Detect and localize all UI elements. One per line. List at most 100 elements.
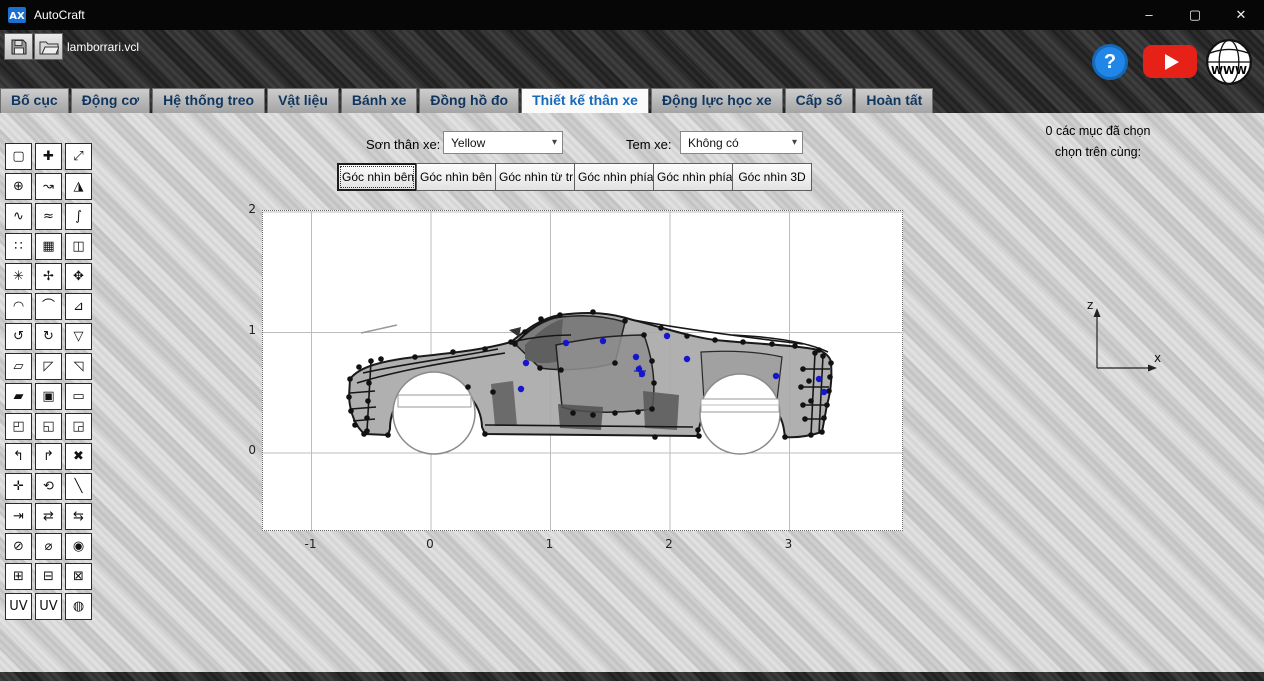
rotate-button[interactable]: ⟲ — [35, 473, 62, 500]
control-point[interactable] — [712, 337, 718, 343]
website-button[interactable]: WWW — [1205, 38, 1253, 86]
surface-flag-button[interactable]: ⊿ — [65, 293, 92, 320]
selected-point[interactable] — [633, 354, 639, 360]
extrude-button[interactable]: ⇄ — [35, 503, 62, 530]
control-point[interactable] — [347, 376, 353, 382]
tab-2[interactable]: Động cơ — [71, 88, 150, 113]
control-point[interactable] — [512, 341, 518, 347]
control-point[interactable] — [346, 394, 352, 400]
corner-points-1-button[interactable]: ◰ — [5, 413, 32, 440]
copy-layer-button[interactable]: ⊞ — [5, 563, 32, 590]
line-diagonal-button[interactable]: ╲ — [65, 473, 92, 500]
decal-select[interactable]: Không có ▾ — [680, 131, 803, 154]
tab-3[interactable]: Hệ thống treo — [152, 88, 265, 113]
close-button[interactable]: ✕ — [1218, 0, 1264, 30]
round-quad-button[interactable]: ▭ — [65, 383, 92, 410]
maximize-button[interactable]: ▢ — [1172, 0, 1218, 30]
control-point[interactable] — [812, 350, 818, 356]
selected-point[interactable] — [821, 389, 827, 395]
control-point[interactable] — [808, 398, 814, 404]
control-point[interactable] — [649, 406, 655, 412]
selected-point[interactable] — [816, 376, 822, 382]
control-point[interactable] — [684, 333, 690, 339]
help-button[interactable]: ? — [1092, 44, 1128, 80]
control-point[interactable] — [824, 402, 830, 408]
view-button-4[interactable]: Góc nhìn phía — [574, 163, 654, 191]
triangle-patch-button[interactable]: ▽ — [65, 323, 92, 350]
control-point[interactable] — [612, 410, 618, 416]
frame-quad-button[interactable]: ▣ — [35, 383, 62, 410]
control-point[interactable] — [450, 349, 456, 355]
open-file-button[interactable] — [34, 33, 63, 60]
tab-4[interactable]: Vật liệu — [267, 88, 339, 113]
control-point[interactable] — [792, 343, 798, 349]
control-point[interactable] — [590, 309, 596, 315]
duplicate-button[interactable]: ⊟ — [35, 563, 62, 590]
control-point[interactable] — [590, 412, 596, 418]
control-point[interactable] — [482, 346, 488, 352]
control-point[interactable] — [800, 402, 806, 408]
hide-curve-button[interactable]: ⊘ — [5, 533, 32, 560]
control-point[interactable] — [652, 434, 658, 440]
tab-7[interactable]: Thiết kế thân xe — [521, 88, 649, 113]
control-point[interactable] — [769, 341, 775, 347]
selected-point[interactable] — [523, 360, 529, 366]
redo-button[interactable]: ↱ — [35, 443, 62, 470]
mesh-grid-button[interactable]: ▦ — [35, 233, 62, 260]
control-point[interactable] — [522, 329, 528, 335]
move-button[interactable]: ✛ — [5, 473, 32, 500]
save-button[interactable] — [4, 33, 33, 60]
control-point[interactable] — [482, 431, 488, 437]
parallelogram-button[interactable]: ▱ — [5, 353, 32, 380]
tab-8[interactable]: Động lực học xe — [651, 88, 783, 113]
control-point[interactable] — [348, 408, 354, 414]
plot-canvas[interactable] — [262, 210, 903, 531]
arc-tool-button[interactable]: ◠ — [5, 293, 32, 320]
control-point[interactable] — [356, 364, 362, 370]
control-point[interactable] — [368, 358, 374, 364]
control-point[interactable] — [808, 432, 814, 438]
control-point[interactable] — [622, 318, 628, 324]
control-point[interactable] — [740, 339, 746, 345]
sheared-quad-button[interactable]: ◸ — [35, 353, 62, 380]
transform-point-button[interactable]: ◮ — [65, 173, 92, 200]
control-point[interactable] — [651, 380, 657, 386]
view-button-6[interactable]: Góc nhìn 3D — [732, 163, 812, 191]
selected-point[interactable] — [773, 373, 779, 379]
corner-points-2-button[interactable]: ◱ — [35, 413, 62, 440]
selected-point[interactable] — [639, 371, 645, 377]
control-point[interactable] — [782, 434, 788, 440]
tab-1[interactable]: Bố cục — [0, 88, 69, 113]
view-button-3[interactable]: Góc nhìn từ tr — [495, 163, 575, 191]
control-point[interactable] — [364, 415, 370, 421]
merge-layers-button[interactable]: ⊠ — [65, 563, 92, 590]
view-button-5[interactable]: Góc nhìn phía — [653, 163, 733, 191]
arc-points-button[interactable]: ⌒ — [35, 293, 62, 320]
control-point[interactable] — [378, 356, 384, 362]
control-point[interactable] — [696, 433, 702, 439]
control-point[interactable] — [612, 360, 618, 366]
undo-button[interactable]: ↰ — [5, 443, 32, 470]
control-point[interactable] — [649, 358, 655, 364]
youtube-button[interactable] — [1143, 45, 1197, 78]
skewed-quad-button[interactable]: ◹ — [65, 353, 92, 380]
hide-point-button[interactable]: ⌀ — [35, 533, 62, 560]
corner-points-3-button[interactable]: ◲ — [65, 413, 92, 440]
snap-axis-button[interactable]: ✢ — [35, 263, 62, 290]
control-point[interactable] — [385, 432, 391, 438]
control-point[interactable] — [412, 354, 418, 360]
tab-9[interactable]: Cấp số — [785, 88, 854, 113]
extend-right-button[interactable]: ⇥ — [5, 503, 32, 530]
snap-free-button[interactable]: ✥ — [65, 263, 92, 290]
control-point[interactable] — [558, 367, 564, 373]
minimize-button[interactable]: – — [1126, 0, 1172, 30]
bezier-tool-button[interactable]: ∫ — [65, 203, 92, 230]
selected-point[interactable] — [600, 338, 606, 344]
control-point[interactable] — [465, 384, 471, 390]
uv-map-button[interactable]: UV — [5, 593, 32, 620]
stretch-button[interactable]: ⇆ — [65, 503, 92, 530]
control-point[interactable] — [635, 409, 641, 415]
control-point[interactable] — [490, 389, 496, 395]
control-point[interactable] — [798, 384, 804, 390]
snap-center-button[interactable]: ✳ — [5, 263, 32, 290]
